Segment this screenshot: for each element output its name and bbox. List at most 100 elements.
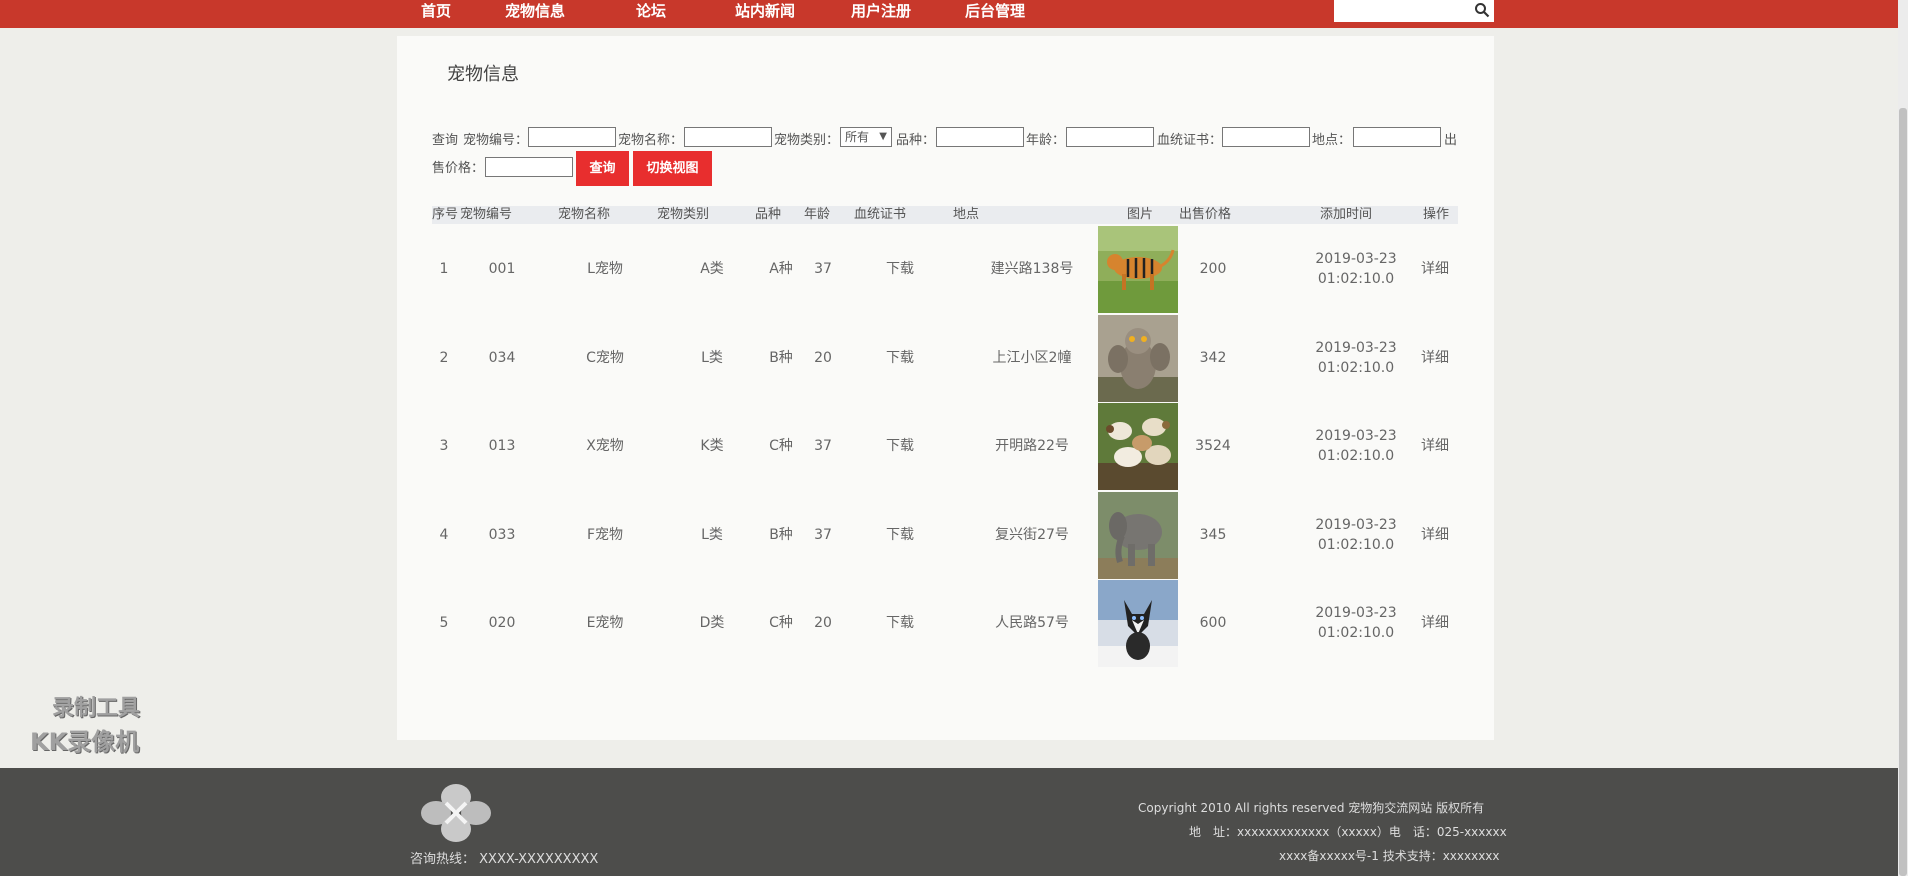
cell-breed: B种 xyxy=(769,349,793,366)
cell-name: X宠物 xyxy=(586,438,624,454)
cell-op[interactable]: 详细 xyxy=(1417,491,1453,579)
cell-no: 013 xyxy=(488,438,516,454)
cell-name: E宠物 xyxy=(586,615,624,631)
cell-cat: A类 xyxy=(700,261,724,277)
cell-breed: A种 xyxy=(769,261,793,277)
age-input[interactable] xyxy=(1066,127,1154,147)
switch-view-button[interactable]: 切换视图 xyxy=(633,151,712,186)
location-label: 地点： xyxy=(1312,133,1352,148)
cell-cat: K类 xyxy=(700,438,724,454)
search-input[interactable] xyxy=(1334,0,1494,22)
nav-item-1[interactable]: 宠物信息 xyxy=(505,0,565,22)
cell-age: 37 xyxy=(814,438,832,454)
cell-name: F宠物 xyxy=(586,526,624,543)
table-row: 1 001 L宠物 A类 A种 37 下载 建兴路138号 200 2019-03-23 01:02… xyxy=(432,225,1458,313)
search-icon[interactable] xyxy=(1474,2,1490,18)
copyright: Copyright 2010 All rights reserved 宠物狗交流… xyxy=(1138,801,1485,815)
cell-idx: 2 xyxy=(439,349,449,366)
col-pet-name: 宠物名称 xyxy=(558,207,611,222)
price-label-part2: 售价格： xyxy=(432,161,485,176)
cell-name: C宠物 xyxy=(586,349,624,366)
cell-loc: 建兴路138号 xyxy=(990,261,1074,277)
nav-item-5[interactable]: 后台管理 xyxy=(965,0,1025,22)
table-row: 3 013 X宠物 K类 C种 37 下载 开明路22号 3524 2019-03-23 01:02… xyxy=(432,402,1458,490)
col-picture: 图片 xyxy=(1127,207,1154,222)
cell-price: 600 xyxy=(1199,615,1227,631)
hotline: 咨询热线： XXXX-XXXXXXXXX xyxy=(410,852,599,867)
added-time: 01:02:10.0 xyxy=(1317,359,1395,376)
age-label: 年龄： xyxy=(1026,133,1066,148)
cell-price: 342 xyxy=(1199,349,1227,366)
cell-cert[interactable]: 下载 xyxy=(880,579,920,667)
recorder-watermark: 录制工具 KK录像机 xyxy=(30,690,140,757)
added-date: 2019-03-23 xyxy=(1315,605,1397,621)
pet-no-input[interactable] xyxy=(528,127,616,147)
added-time: 01:02:10.0 xyxy=(1317,448,1395,464)
breed-input[interactable] xyxy=(936,127,1024,147)
pet-photo-owl xyxy=(1098,314,1178,402)
cell-cat: D类 xyxy=(699,615,725,631)
pet-photo-sheep xyxy=(1098,403,1178,490)
col-category: 宠物类别 xyxy=(657,207,710,222)
cell-cert[interactable]: 下载 xyxy=(880,402,920,490)
cell-breed: B种 xyxy=(769,526,793,543)
table-header: 序号 宠物编号 宠物名称 宠物类别 品种 年龄 血统证书 地点 图片 出售价格 … xyxy=(432,206,1458,224)
cell-cert[interactable]: 下载 xyxy=(880,225,920,313)
category-select-value: 所有 xyxy=(845,130,870,144)
col-added-time: 添加时间 xyxy=(1320,207,1373,222)
price-label-part1: 出 xyxy=(1444,133,1458,148)
added-date: 2019-03-23 xyxy=(1315,516,1397,533)
scrollbar-thumb[interactable] xyxy=(1899,108,1907,876)
cell-idx: 5 xyxy=(439,615,449,631)
cell-age: 37 xyxy=(814,526,832,543)
cell-no: 033 xyxy=(488,526,516,543)
location-input[interactable] xyxy=(1353,127,1441,147)
cell-op[interactable]: 详细 xyxy=(1417,402,1453,490)
col-age: 年龄 xyxy=(804,207,831,222)
added-time: 01:02:10.0 xyxy=(1317,625,1395,641)
price-input[interactable] xyxy=(485,157,573,177)
cell-price: 3524 xyxy=(1195,438,1231,454)
added-date: 2019-03-23 xyxy=(1315,339,1397,356)
cell-name: L宠物 xyxy=(587,261,623,277)
cell-date: 2019-03-23 01:02:10.0 xyxy=(1286,491,1426,579)
category-select[interactable]: 所有 ▼ xyxy=(840,127,892,147)
cell-date: 2019-03-23 01:02:10.0 xyxy=(1286,402,1426,490)
table-row: 5 020 E宠物 D类 C种 20 下载 人民路57号 600 2019-03-23 01:02:… xyxy=(432,579,1458,667)
breed-label: 品种： xyxy=(896,133,936,148)
cell-age: 20 xyxy=(814,349,832,366)
cell-op[interactable]: 详细 xyxy=(1417,314,1453,402)
cell-date: 2019-03-23 01:02:10.0 xyxy=(1286,579,1426,667)
watermark-line2: KK录像机 xyxy=(30,728,140,756)
nav-item-3[interactable]: 站内新闻 xyxy=(735,0,795,22)
table-row: 4 033 F宠物 L类 B种 37 下载 复兴街27号 345 2019-03-23 01:02:… xyxy=(432,491,1458,579)
cell-breed: C种 xyxy=(769,438,793,454)
added-time: 01:02:10.0 xyxy=(1317,271,1395,287)
cell-cert[interactable]: 下载 xyxy=(880,314,920,402)
added-date: 2019-03-23 xyxy=(1315,251,1397,267)
pedigree-input[interactable] xyxy=(1222,127,1310,147)
col-action: 操作 xyxy=(1423,207,1450,222)
icp-support: xxxx备xxxxx号-1 技术支持：xxxxxxxx xyxy=(1279,849,1500,863)
cell-no: 001 xyxy=(488,261,516,277)
cell-cat: L类 xyxy=(701,526,723,543)
cell-date: 2019-03-23 01:02:10.0 xyxy=(1286,225,1426,313)
nav-item-2[interactable]: 论坛 xyxy=(636,0,666,22)
col-price: 出售价格 xyxy=(1179,207,1232,222)
cell-op[interactable]: 详细 xyxy=(1417,579,1453,667)
pet-name-label: 宠物名称： xyxy=(618,133,684,148)
cell-op[interactable]: 详细 xyxy=(1417,225,1453,313)
search-button[interactable]: 查询 xyxy=(576,151,629,186)
pet-no-label: 宠物编号： xyxy=(463,133,529,148)
nav-item-4[interactable]: 用户注册 xyxy=(851,0,911,22)
col-pet-no: 宠物编号 xyxy=(460,207,513,222)
pet-name-input[interactable] xyxy=(684,127,772,147)
nav-item-0[interactable]: 首页 xyxy=(421,0,451,22)
contact-address: 地 址：xxxxxxxxxxxxx（xxxxx）电 话：025-xxxxxx xyxy=(1189,825,1507,839)
cell-no: 020 xyxy=(488,615,516,631)
cell-loc: 复兴街27号 xyxy=(995,526,1069,543)
cell-loc: 上江小区2幢 xyxy=(992,349,1072,366)
added-date: 2019-03-23 xyxy=(1315,428,1397,444)
cell-cert[interactable]: 下载 xyxy=(880,491,920,579)
pedigree-label: 血统证书： xyxy=(1157,133,1223,148)
